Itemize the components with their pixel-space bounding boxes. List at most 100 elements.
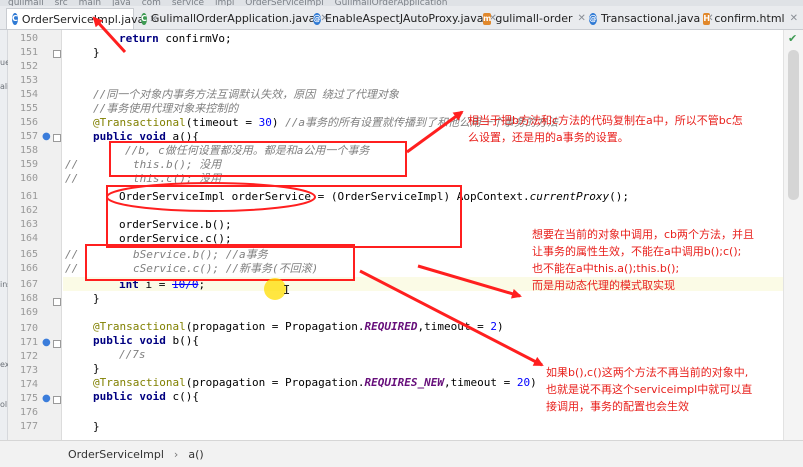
line-number: 152 — [19, 61, 38, 72]
close-icon[interactable]: ✕ — [790, 13, 798, 24]
annotation-note-3: 如果b(),c()这两个方法不再当前的对象中, 也就是说不再这个servicei… — [546, 364, 752, 415]
code-line-154: //同一个对象内事务方法互调默认失效，原因 绕过了代理对象 — [93, 88, 399, 101]
code-line-172: //7s — [119, 348, 146, 361]
editor-tab-bar: C OrderServiceImpl.java ✕ C GulimallOrde… — [0, 6, 803, 30]
app-class-icon: C — [141, 12, 147, 25]
note-line: 也不能在a中this.a();this.b(); — [532, 262, 680, 275]
tab-gulimall-order-application[interactable]: C GulimallOrderApplication.java ✕ — [136, 8, 329, 29]
line-number: 159 — [19, 159, 38, 170]
enum-constant: REQUIRED — [364, 320, 418, 333]
line-number: 168 — [19, 293, 38, 304]
line-number: 155 — [19, 103, 38, 114]
line-number: 153 — [19, 75, 38, 86]
line-number-gutter: 150 151 152 153 154 155 156 157 158 159 … — [8, 30, 62, 440]
code-text: a(){ — [165, 130, 199, 143]
line-number: 173 — [19, 365, 38, 376]
tab-enable-aspectj-auto-proxy[interactable]: @ EnableAspectJAutoProxy.java ✕ — [308, 8, 497, 29]
code-text: ,timeout = — [417, 320, 491, 333]
annotation-transactional: @Transactional — [93, 116, 186, 129]
keyword-return: return — [119, 32, 159, 45]
code-line-167: int i = 10/0; — [119, 278, 205, 292]
override-gutter-icon[interactable]: ● — [42, 130, 51, 144]
line-number: 177 — [19, 421, 38, 432]
code-text: c(){ — [165, 390, 199, 403]
editor-scrollbar[interactable]: ✔ — [783, 30, 803, 440]
number-literal: 30 — [258, 116, 272, 129]
code-text: (timeout = — [185, 116, 259, 129]
line-number: 150 — [19, 33, 38, 44]
line-number: 162 — [19, 205, 38, 216]
enum-constant: REQUIRES_NEW — [364, 376, 445, 389]
note-line: 相当于把b方法和c方法的代码复制在a中，所以不管bc怎 — [468, 114, 743, 127]
html-icon: H — [703, 12, 711, 25]
annotation-note-1: 相当于把b方法和c方法的代码复制在a中，所以不管bc怎 么设置，还是用的a事务的… — [468, 112, 743, 146]
annotation-transactional: @Transactional — [93, 320, 186, 333]
code-line-163: orderService.b(); — [119, 218, 232, 231]
code-line-161: OrderServiceImpl orderService = (OrderSe… — [119, 190, 629, 204]
left-tool-strip: ue ali ins ex ol — [0, 30, 11, 467]
keyword-void: void — [139, 334, 166, 347]
line-number: 161 — [19, 191, 38, 202]
tab-label: confirm.html — [714, 12, 785, 25]
tab-confirm-html[interactable]: H confirm.html ✕ — [698, 8, 798, 29]
tab-label: gulimall-order — [495, 12, 573, 25]
override-gutter-icon[interactable]: ● — [42, 392, 51, 406]
scrollbar-thumb[interactable] — [788, 50, 799, 200]
code-line-165: bService.b(); //a事务 — [133, 248, 268, 261]
code-line-171: public void b(){ — [93, 334, 199, 348]
line-number: 174 — [19, 379, 38, 390]
code-text: ) — [530, 376, 537, 389]
fold-toggle-icon[interactable] — [53, 134, 61, 142]
line-number: 160 — [19, 173, 38, 184]
method-current-proxy: currentProxy — [529, 190, 610, 203]
fold-toggle-icon[interactable] — [53, 298, 61, 306]
code-line-158: //b, c做任何设置都没用。都是和a公用一个事务 — [125, 144, 370, 157]
annotation-note-2: 想要在当前的对象中调用，cb两个方法，并且 让事务的属性生效，不能在a中调用b(… — [532, 226, 754, 294]
code-text: ,timeout = — [444, 376, 517, 389]
code-line-157: public void a(){ — [93, 130, 199, 144]
breadcrumb: OrderServiceImpl › a() — [0, 440, 803, 467]
override-gutter-icon[interactable]: ● — [42, 336, 51, 350]
code-line-150: return confirmVo; — [119, 32, 232, 46]
line-number: 172 — [19, 351, 38, 362]
number-literal: 10/0 — [172, 278, 199, 291]
tab-order-service-impl[interactable]: C OrderServiceImpl.java ✕ — [6, 8, 158, 29]
line-number: 176 — [19, 407, 38, 418]
line-comment-marker: // — [65, 158, 79, 171]
code-text: OrderServiceImpl orderService = (OrderSe… — [119, 190, 530, 203]
annotation-icon: @ — [313, 12, 321, 25]
code-text: (propagation = Propagation. — [185, 320, 365, 333]
code-line-168: } — [93, 292, 100, 305]
code-text: confirmVo; — [158, 32, 232, 45]
number-literal: 20 — [516, 376, 531, 389]
code-line-177: } — [93, 420, 100, 433]
note-line: 让事务的属性生效，不能在a中调用b();c(); — [532, 245, 742, 258]
line-number: 165 — [19, 249, 38, 260]
fold-toggle-icon[interactable] — [53, 340, 61, 348]
annotation-transactional: @Transactional — [93, 376, 186, 389]
code-text: ) — [497, 320, 504, 333]
code-text: i = — [138, 278, 172, 291]
breadcrumb-class[interactable]: OrderServiceImpl — [68, 448, 164, 461]
class-icon: C — [12, 13, 18, 25]
tab-label: GulimallOrderApplication.java — [150, 12, 316, 25]
code-line-160: this.c(); 没用 — [133, 172, 222, 185]
breadcrumb-method[interactable]: a() — [188, 448, 203, 461]
fold-toggle-icon[interactable] — [53, 396, 61, 404]
tab-label: EnableAspectJAutoProxy.java — [325, 12, 484, 25]
tab-transactional[interactable]: @ Transactional.java ✕ — [584, 8, 714, 29]
fold-toggle-icon[interactable] — [53, 50, 61, 58]
line-comment-marker: // — [65, 262, 79, 275]
code-text: (); — [609, 190, 629, 203]
code-line-159: this.b(); 没用 — [133, 158, 222, 171]
keyword-void: void — [139, 390, 166, 403]
line-number: 167 — [19, 279, 38, 290]
line-number: 175 — [19, 393, 38, 404]
line-number: 156 — [19, 117, 38, 128]
code-line-173: } — [93, 362, 100, 375]
tab-label: OrderServiceImpl.java — [21, 12, 145, 26]
annotation-icon: @ — [589, 12, 597, 25]
line-number: 158 — [19, 145, 38, 156]
tab-gulimall-order[interactable]: m gulimall-order ✕ — [478, 8, 586, 29]
line-comment-marker: // — [65, 248, 79, 261]
